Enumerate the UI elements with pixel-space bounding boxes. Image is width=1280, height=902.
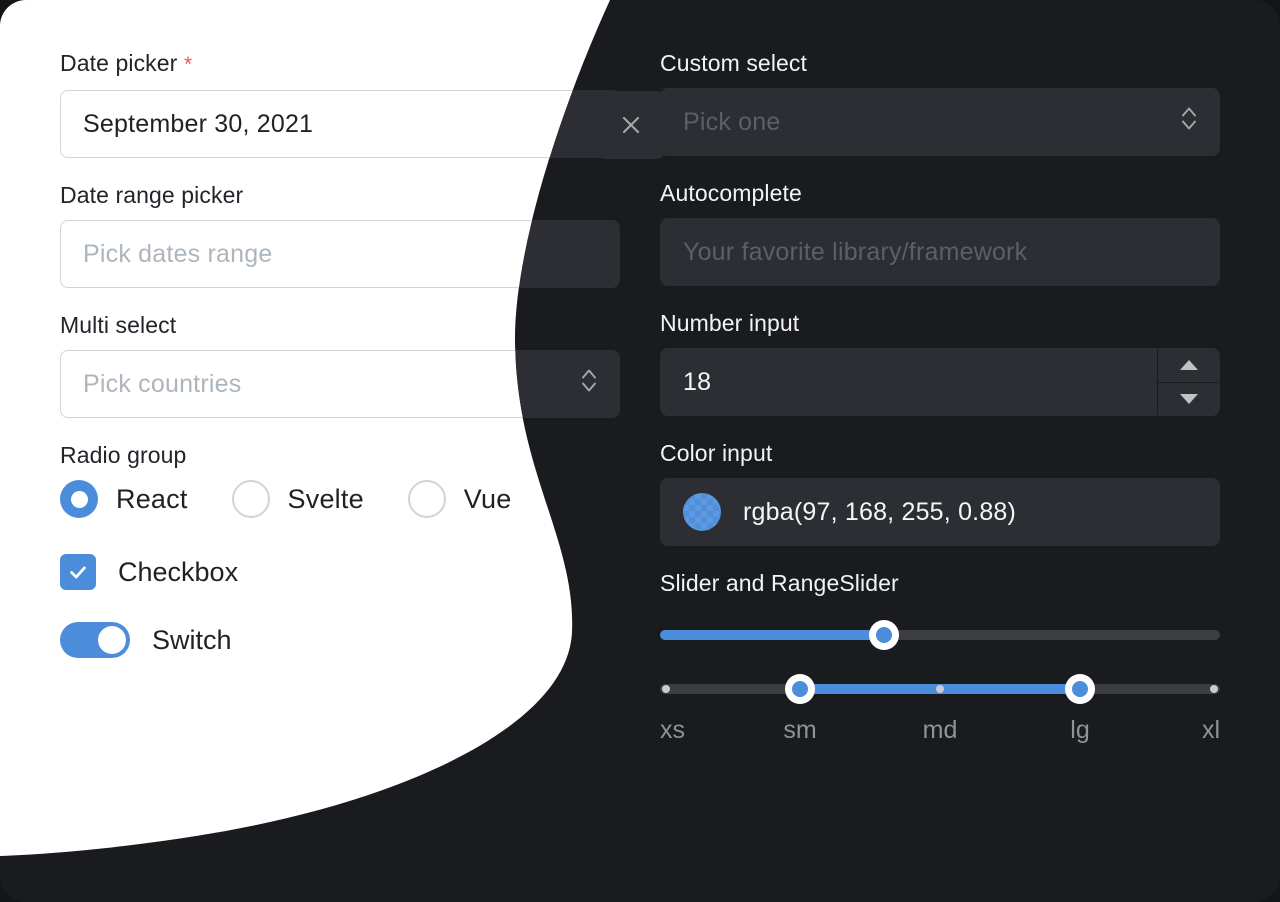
multi-select-placeholder-light: Pick countries: [83, 370, 241, 399]
caret-down-icon: [1176, 391, 1202, 407]
caret-up-icon: [1176, 357, 1202, 373]
range-mark-xs: [662, 685, 670, 693]
chevron-updown-icon[interactable]: [579, 366, 599, 403]
range-mark-md: [936, 685, 944, 693]
slider-fill: [660, 630, 884, 640]
slider[interactable]: [660, 622, 1220, 648]
tick-label-lg: lg: [1070, 716, 1089, 745]
color-input[interactable]: rgba(97, 168, 255, 0.88): [660, 478, 1220, 546]
checkbox-row-light[interactable]: Checkbox: [60, 554, 620, 590]
radio-unselected-icon: [408, 480, 446, 518]
radio-option-svelte-light[interactable]: Svelte: [232, 480, 364, 518]
autocomplete-field: Autocomplete Your favorite library/frame…: [660, 178, 1220, 286]
number-input-value: 18: [683, 368, 711, 397]
date-picker-label-light: Date picker *: [60, 48, 620, 80]
date-range-picker-placeholder-light: Pick dates range: [83, 240, 272, 269]
custom-select-label: Custom select: [660, 48, 1220, 78]
color-input-field: Color input rgba(97, 168, 255, 0.88): [660, 438, 1220, 546]
custom-select-input[interactable]: Pick one: [660, 88, 1220, 156]
switch-label-light: Switch: [152, 625, 232, 656]
color-input-value: rgba(97, 168, 255, 0.88): [743, 498, 1016, 527]
form-card: Date picker * September 30, 2021: [0, 0, 1280, 902]
slider-thumb[interactable]: [869, 620, 899, 650]
range-mark-xl: [1210, 685, 1218, 693]
tick-label-xs: xs: [660, 716, 685, 745]
autocomplete-label: Autocomplete: [660, 178, 1220, 208]
radio-selected-icon: [60, 480, 98, 518]
radio-group-light: React Svelte Vue: [60, 480, 620, 518]
radio-option-vue-light[interactable]: Vue: [408, 480, 512, 518]
switch-row-light[interactable]: Switch: [60, 622, 620, 658]
checkbox-label-light: Checkbox: [118, 557, 238, 588]
checkbox-checked-icon: [60, 554, 96, 590]
date-picker-input-light[interactable]: September 30, 2021: [60, 90, 620, 158]
range-slider[interactable]: [660, 676, 1220, 702]
radio-option-react-light[interactable]: React: [60, 480, 188, 518]
range-slider-thumb-end[interactable]: [1065, 674, 1095, 704]
tick-label-xl: xl: [1202, 716, 1220, 745]
tick-label-md: md: [923, 716, 958, 745]
range-slider-thumb-start[interactable]: [785, 674, 815, 704]
date-picker-field-light: Date picker * September 30, 2021: [60, 48, 620, 158]
required-asterisk-light: *: [184, 53, 192, 76]
tick-label-sm: sm: [783, 716, 816, 745]
number-input-label: Number input: [660, 308, 1220, 338]
date-picker-clear-button[interactable]: [597, 91, 665, 159]
autocomplete-input[interactable]: Your favorite library/framework: [660, 218, 1220, 286]
sliders-label: Slider and RangeSlider: [660, 568, 1220, 598]
screenshot-root: Date picker * September 30, 2021: [0, 0, 1280, 902]
color-swatch[interactable]: [683, 493, 721, 531]
range-slider-tick-labels: xs sm md lg xl: [660, 716, 1220, 750]
chevron-updown-icon[interactable]: [1179, 104, 1199, 141]
number-input-field: Number input 18: [660, 308, 1220, 416]
color-input-label: Color input: [660, 438, 1220, 468]
number-input[interactable]: 18: [660, 348, 1220, 416]
number-stepper: [1157, 349, 1219, 415]
sliders-field: Slider and RangeSlider: [660, 568, 1220, 750]
number-decrement-button[interactable]: [1158, 383, 1219, 416]
switch-toggle-light[interactable]: [60, 622, 130, 658]
autocomplete-placeholder: Your favorite library/framework: [683, 238, 1027, 267]
custom-select-field: Custom select Pick one: [660, 48, 1220, 156]
radio-unselected-icon: [232, 480, 270, 518]
date-picker-value-light: September 30, 2021: [83, 110, 313, 139]
close-icon: [619, 113, 643, 137]
number-increment-button[interactable]: [1158, 349, 1219, 382]
right-column: Custom select Pick one: [660, 48, 1220, 902]
custom-select-placeholder: Pick one: [683, 108, 781, 137]
